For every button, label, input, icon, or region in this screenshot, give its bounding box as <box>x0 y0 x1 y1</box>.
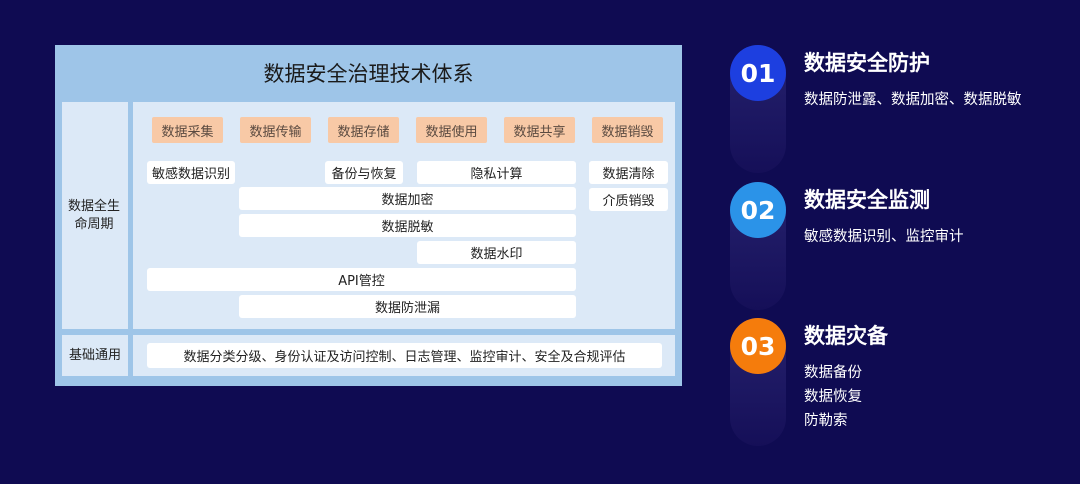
lifecycle-label: 数据全生命周期 <box>67 198 120 232</box>
foundation-label: 基础通用 <box>68 347 121 363</box>
stage-share: 数据共享 <box>504 117 575 143</box>
cap-watermark: 数据水印 <box>417 241 576 264</box>
security-governance-diagram: 数据安全治理技术体系 数据全生命周期 数据采集 数据传输 数据存储 数据使用 数… <box>55 45 682 386</box>
item-monitoring-title: 数据安全监测 <box>804 188 930 212</box>
cap-encryption: 数据加密 <box>239 187 576 210</box>
cap-desensitize: 数据脱敏 <box>239 214 576 237</box>
cap-backup-restore: 备份与恢复 <box>325 161 403 184</box>
item-protection: 01 数据安全防护 数据防泄露、数据加密、数据脱敏 <box>730 45 1070 173</box>
item-monitoring: 02 数据安全监测 敏感数据识别、监控审计 <box>730 182 1070 310</box>
stage-store: 数据存储 <box>328 117 399 143</box>
foundation-capabilities: 数据分类分级、身份认证及访问控制、日志管理、监控审计、安全及合规评估 <box>147 343 662 368</box>
item-monitoring-badge: 02 <box>730 182 786 238</box>
stage-destroy: 数据销毁 <box>592 117 663 143</box>
cap-media-destroy: 介质销毁 <box>589 188 668 211</box>
item-disaster-recovery: 03 数据灾备 数据备份 数据恢复 防勒索 <box>730 318 1070 446</box>
stage-transmit: 数据传输 <box>240 117 311 143</box>
stage-use: 数据使用 <box>416 117 487 143</box>
item-disaster-recovery-badge: 03 <box>730 318 786 374</box>
item-protection-desc: 数据防泄露、数据加密、数据脱敏 <box>804 92 1022 108</box>
diagram-title: 数据安全治理技术体系 <box>263 62 474 86</box>
item-disaster-recovery-desc-2: 数据恢复 <box>804 389 862 405</box>
item-monitoring-desc: 敏感数据识别、监控审计 <box>804 229 964 245</box>
item-protection-title: 数据安全防护 <box>804 51 930 75</box>
item-disaster-recovery-desc-1: 数据备份 <box>804 365 862 381</box>
cap-sensitive-id: 敏感数据识别 <box>147 161 235 184</box>
item-protection-badge: 01 <box>730 45 786 101</box>
item-disaster-recovery-desc-3: 防勒索 <box>804 413 848 429</box>
cap-dlp: 数据防泄漏 <box>239 295 576 318</box>
cap-data-clear: 数据清除 <box>589 161 668 184</box>
item-disaster-recovery-title: 数据灾备 <box>804 324 888 348</box>
cap-privacy-compute: 隐私计算 <box>417 161 576 184</box>
cap-api-control: API管控 <box>147 268 576 291</box>
stage-collect: 数据采集 <box>152 117 223 143</box>
